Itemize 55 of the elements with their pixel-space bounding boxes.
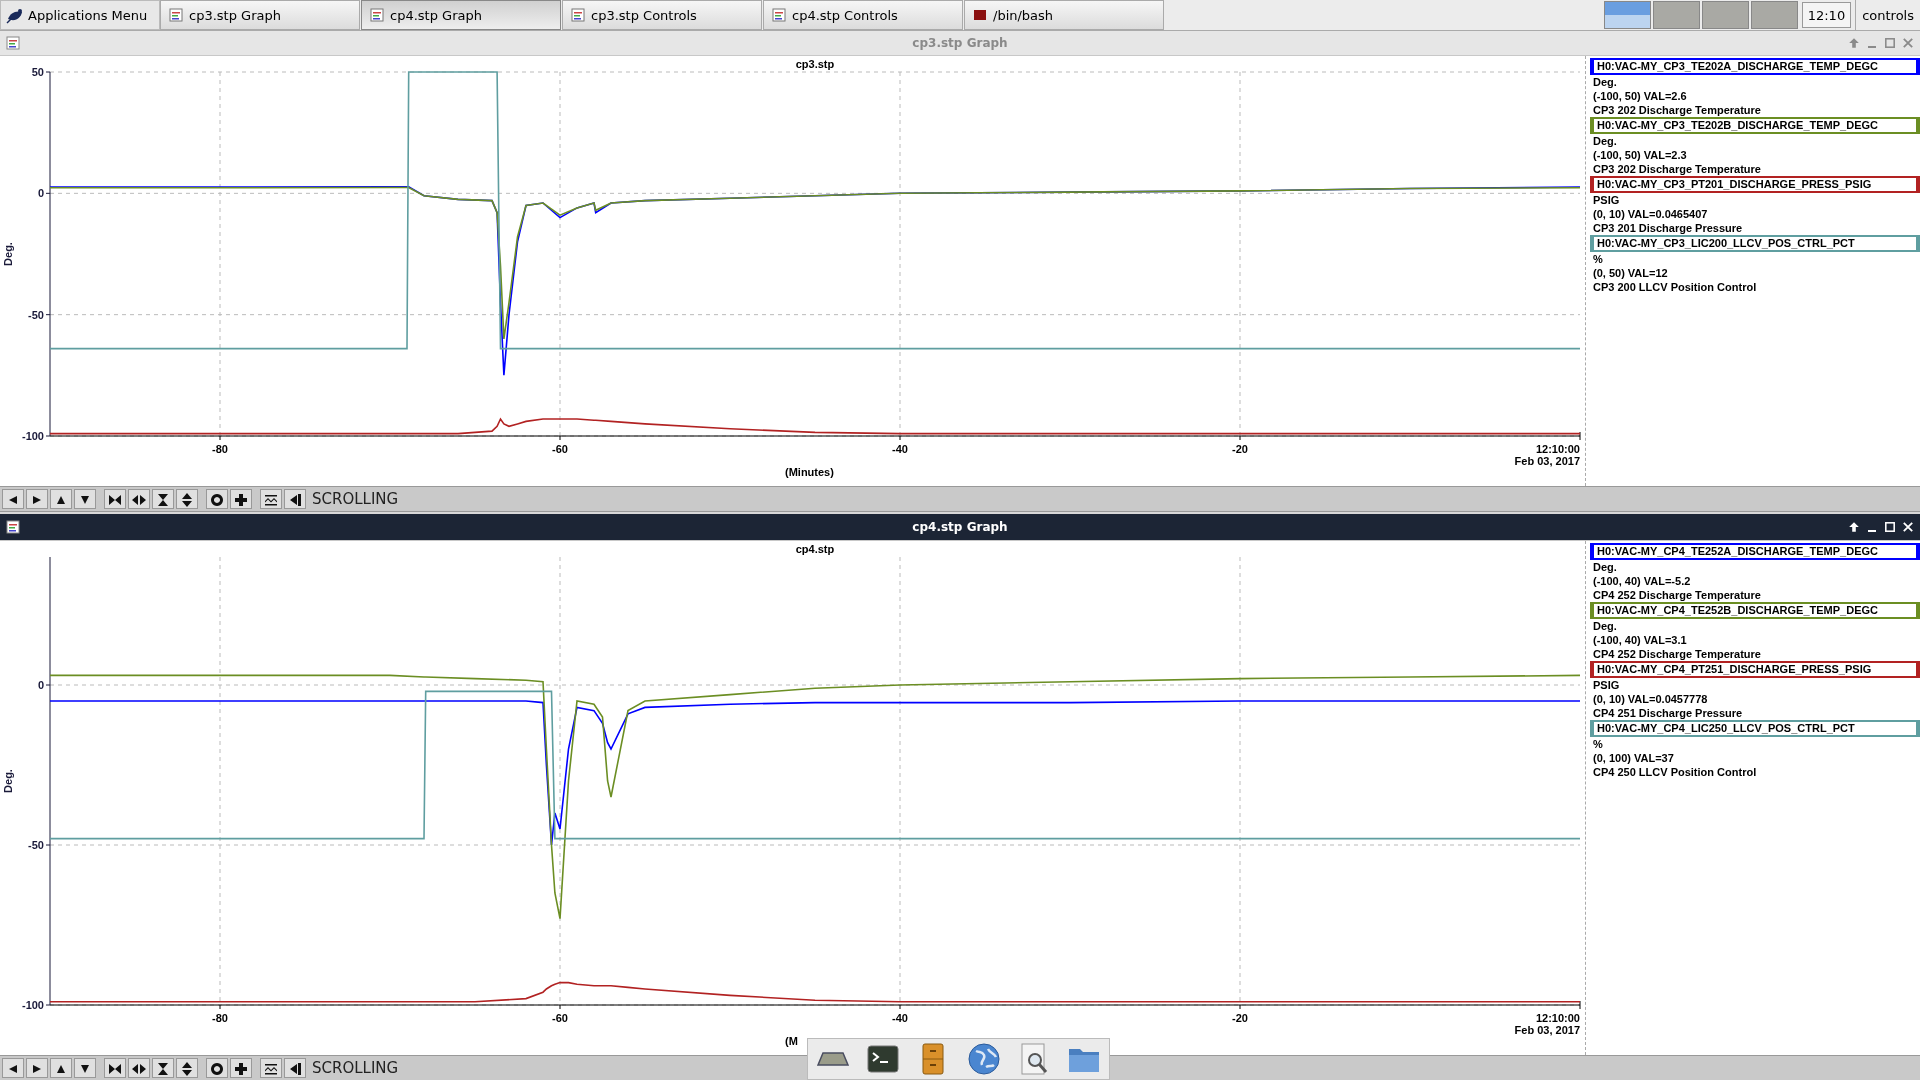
- legend-units: Deg.: [1592, 560, 1618, 574]
- legend-reading: (0, 10) VAL=0.0457778: [1592, 692, 1709, 706]
- x-tick-label: -60: [552, 1012, 568, 1024]
- legend-description: CP4 250 LLCV Position Control: [1592, 765, 1758, 779]
- time-label: 12:10:00: [1535, 1012, 1580, 1024]
- legend-reading: (0, 100) VAL=37: [1592, 751, 1675, 765]
- legend-description: CP3 200 LLCV Position Control: [1592, 280, 1758, 294]
- x-axis-title: (M: [785, 1035, 798, 1047]
- y-tick-label: 0: [37, 187, 44, 200]
- x-tick-label: -20: [1232, 1012, 1248, 1024]
- x-tick-label: -40: [892, 443, 908, 455]
- legend-description: CP4 252 Discharge Temperature: [1592, 647, 1762, 661]
- legend-description: CP3 202 Discharge Temperature: [1592, 103, 1762, 117]
- legend-reading: (0, 10) VAL=0.0465407: [1592, 207, 1709, 221]
- x-tick-label: -80: [212, 1012, 228, 1024]
- y-tick-label: 0: [37, 679, 44, 691]
- window-title: cp4.stp Graph: [912, 520, 1008, 534]
- y-tick-label: -100: [21, 999, 44, 1011]
- legend-units: PSIG: [1592, 193, 1621, 207]
- legend-reading: (-100, 40) VAL=-5.2: [1592, 574, 1692, 588]
- window-title: cp3.stp Graph: [912, 36, 1008, 50]
- mode-label: SCROLLING: [312, 490, 399, 508]
- x-tick-label: -20: [1232, 443, 1248, 455]
- legend-description: CP3 201 Discharge Pressure: [1592, 221, 1744, 235]
- time-label: 12:10:00: [1535, 443, 1580, 455]
- x-tick-label: -80: [212, 443, 228, 455]
- y-tick-label: -50: [28, 308, 44, 321]
- y-tick-label: -100: [21, 430, 44, 442]
- legend-reading: (-100, 40) VAL=3.1: [1592, 633, 1688, 647]
- legend-units: %: [1592, 737, 1604, 751]
- legend-reading: (-100, 50) VAL=2.6: [1592, 89, 1688, 103]
- clock: 12:10: [1801, 2, 1852, 28]
- legend-description: CP4 251 Discharge Pressure: [1592, 706, 1744, 720]
- y-tick-label: -50: [28, 839, 44, 851]
- chart-title: cp4.stp: [795, 543, 835, 555]
- legend-description: CP4 252 Discharge Temperature: [1592, 588, 1762, 602]
- legend-reading: (0, 50) VAL=12: [1592, 266, 1669, 280]
- legend-units: Deg.: [1592, 134, 1618, 148]
- legend-units: Deg.: [1592, 75, 1618, 89]
- mode-label: SCROLLING: [312, 1059, 399, 1077]
- x-axis-title: (Minutes): [785, 466, 834, 478]
- x-tick-label: -40: [892, 1012, 908, 1024]
- legend-reading: (-100, 50) VAL=2.3: [1592, 148, 1688, 162]
- y-axis-title: Deg.: [2, 242, 14, 266]
- legend-units: PSIG: [1592, 678, 1621, 692]
- date-label: Feb 03, 2017: [1514, 1024, 1580, 1036]
- x-tick-label: -60: [552, 443, 568, 455]
- legend-units: Deg.: [1592, 619, 1618, 633]
- legend-description: CP3 202 Discharge Temperature: [1592, 162, 1762, 176]
- date-label: Feb 03, 2017: [1514, 455, 1580, 467]
- user-name: controls: [1855, 0, 1920, 30]
- y-axis-title: Deg.: [2, 769, 14, 793]
- legend-units: %: [1592, 252, 1604, 266]
- y-tick-label: 50: [31, 66, 44, 78]
- chart-title: cp3.stp: [795, 58, 835, 70]
